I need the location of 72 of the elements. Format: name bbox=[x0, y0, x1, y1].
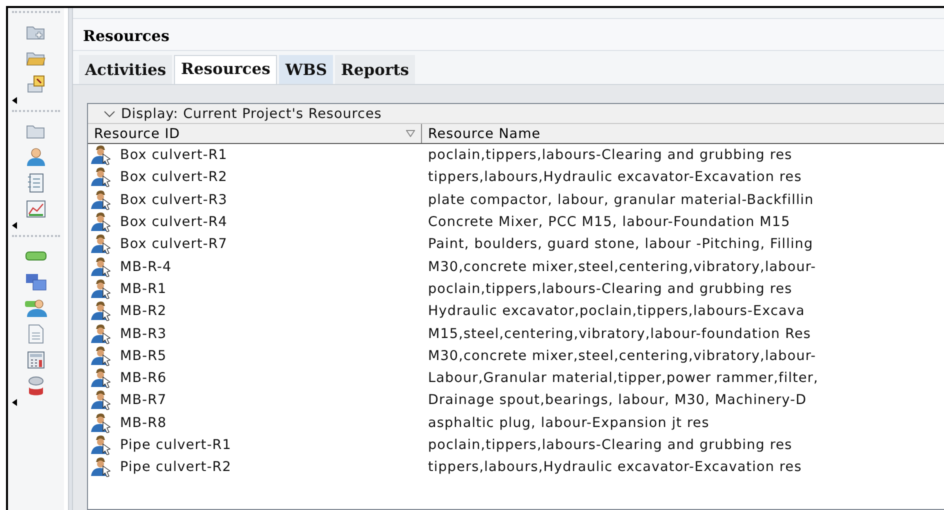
folder-icon[interactable] bbox=[26, 123, 46, 139]
resource-name: Concrete Mixer, PCC M15, labour-Foundation M15 bbox=[427, 214, 790, 230]
resource-person-icon bbox=[90, 346, 112, 366]
import-icon[interactable] bbox=[26, 75, 46, 93]
resource-id: Box culvert-R2 bbox=[120, 169, 228, 186]
add-folder-icon[interactable] bbox=[26, 24, 46, 40]
resource-person-icon bbox=[90, 324, 112, 344]
resource-name: poclain,tippers,labours-Clearing and grubbing res bbox=[427, 437, 792, 453]
resource-person-icon bbox=[90, 278, 112, 299]
resource-person-icon bbox=[90, 435, 112, 455]
resource-person-icon bbox=[90, 368, 112, 388]
resource-id: MB-R3 bbox=[120, 326, 167, 342]
person-icon[interactable] bbox=[25, 147, 47, 167]
resource-id: Box culvert-R3 bbox=[120, 192, 228, 208]
resource-name: tippers,labours,Hydraulic excavator-Excavation res bbox=[427, 169, 802, 186]
resource-name: Labour,Granular material,tipper,power rammer,filter, bbox=[427, 370, 818, 386]
collapse-arrow-icon[interactable] bbox=[12, 97, 17, 104]
resource-id: MB-R7 bbox=[120, 392, 167, 408]
resource-id: Pipe culvert-R1 bbox=[120, 437, 232, 453]
resource-id: MB-R5 bbox=[120, 348, 167, 364]
resource-person-icon bbox=[90, 190, 112, 210]
resource-name: asphaltic plug, labour-Expansion jt res bbox=[427, 414, 710, 431]
resource-id: Pipe culvert-R2 bbox=[120, 459, 232, 476]
resource-id: Box culvert-R1 bbox=[120, 147, 228, 164]
panel-title: Resources bbox=[73, 18, 944, 51]
chart-icon[interactable] bbox=[26, 200, 46, 218]
resource-person-icon bbox=[90, 234, 112, 254]
resource-person-icon bbox=[90, 457, 112, 478]
resource-name: M30,concrete mixer,steel,centering,vibratory,labour- bbox=[427, 348, 816, 364]
resource-id: MB-R-4 bbox=[120, 258, 172, 275]
resource-name: Hydraulic excavator,poclain,tippers,labours-Excava bbox=[427, 303, 805, 320]
display-filter-bar[interactable]: Display: Current Project's Resources bbox=[88, 104, 944, 124]
resource-id: MB-R2 bbox=[120, 303, 167, 320]
open-folder-icon[interactable] bbox=[26, 50, 46, 66]
resource-name: M30,concrete mixer,steel,centering,vibratory,labour- bbox=[427, 258, 816, 275]
resource-id: Box culvert-R4 bbox=[120, 214, 228, 230]
database-icon[interactable] bbox=[26, 375, 46, 397]
resource-id: MB-R1 bbox=[120, 280, 167, 297]
person-icon[interactable] bbox=[24, 298, 48, 318]
resource-name: Drainage spout,bearings, labour, M30, Machinery-D bbox=[427, 392, 807, 408]
document-list-icon[interactable] bbox=[27, 173, 45, 193]
resource-name: poclain,tippers,labours-Clearing and grubbing res bbox=[427, 280, 792, 297]
calculator-icon[interactable] bbox=[27, 351, 45, 369]
resource-person-icon bbox=[90, 301, 112, 322]
tab[interactable]: Resources bbox=[174, 55, 278, 84]
collapse-arrow-icon[interactable] bbox=[12, 222, 17, 229]
resource-name: tippers,labours,Hydraulic excavator-Excavation res bbox=[427, 459, 802, 476]
resource-name: M15,steel,centering,vibratory,labour-foundation Res bbox=[427, 326, 812, 342]
column-header[interactable]: Resource Name bbox=[422, 124, 541, 143]
resource-person-icon bbox=[90, 212, 112, 232]
document-icon[interactable] bbox=[28, 324, 44, 344]
sort-icon bbox=[406, 130, 415, 137]
resource-person-icon bbox=[90, 167, 112, 188]
windows-icon[interactable] bbox=[25, 273, 47, 291]
resource-person-icon bbox=[90, 412, 112, 433]
bar-icon[interactable] bbox=[25, 251, 47, 261]
resource-person-icon bbox=[90, 145, 112, 166]
expand-chevron-icon[interactable] bbox=[104, 110, 115, 118]
tab[interactable]: Reports bbox=[335, 55, 416, 84]
column-header[interactable]: Resource ID bbox=[88, 124, 422, 143]
resource-name: Paint, boulders, guard stone, labour -Pitching, Filling bbox=[427, 236, 814, 252]
resource-id: MB-R6 bbox=[120, 370, 167, 386]
display-label: Display: Current Project's Resources bbox=[121, 106, 382, 122]
resource-name: poclain,tippers,labours-Clearing and grubbing res bbox=[427, 147, 792, 164]
collapse-arrow-icon[interactable] bbox=[12, 399, 17, 406]
resource-name: plate compactor, labour, granular material-Backfillin bbox=[427, 192, 814, 208]
resource-person-icon bbox=[90, 390, 112, 410]
resource-id: Box culvert-R7 bbox=[120, 236, 228, 252]
resource-person-icon bbox=[90, 256, 112, 277]
tab[interactable]: Activities bbox=[79, 55, 172, 84]
resource-id: MB-R8 bbox=[120, 414, 167, 431]
tab[interactable]: WBS bbox=[279, 55, 334, 84]
